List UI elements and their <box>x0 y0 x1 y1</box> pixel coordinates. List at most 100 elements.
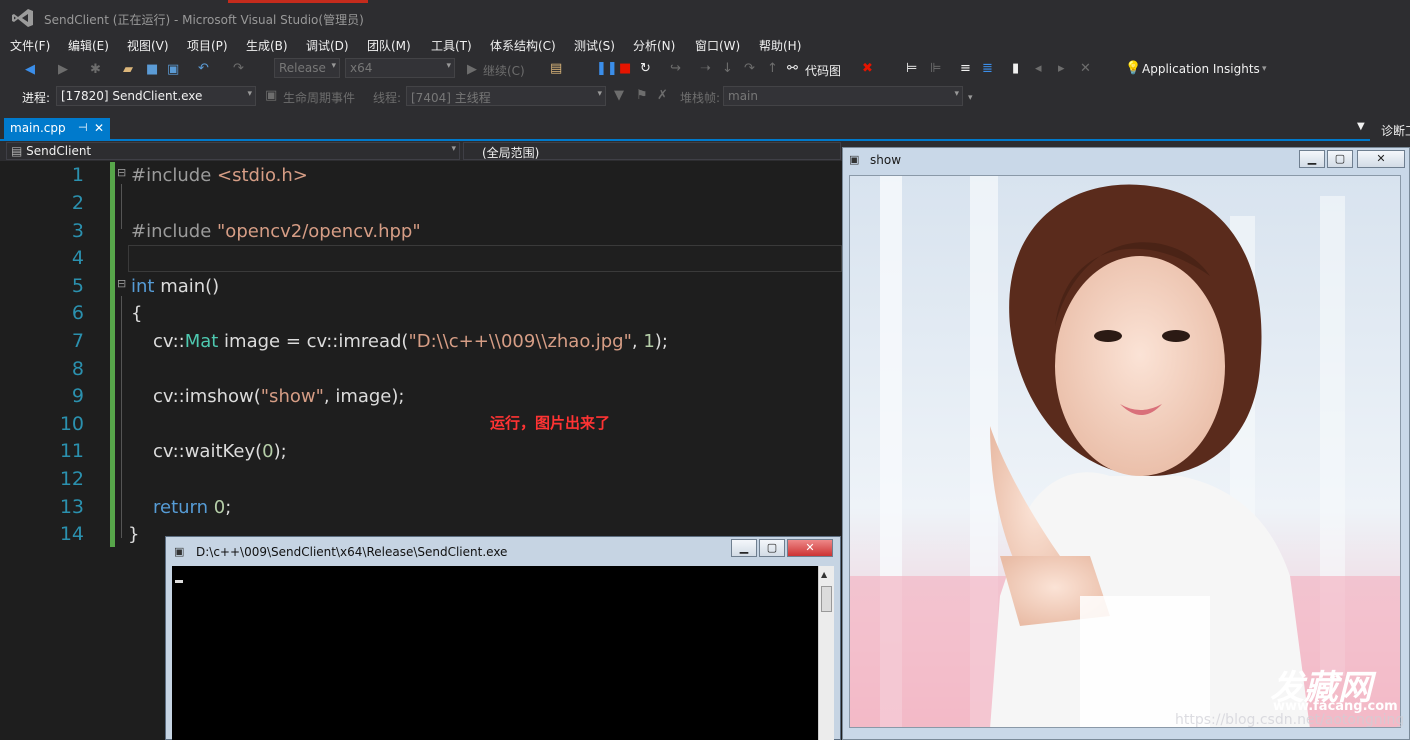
menu-test[interactable]: 测试(S) <box>574 37 615 54</box>
close-button[interactable]: ✕ <box>787 539 833 557</box>
app-insights-icon: 💡 <box>1125 61 1142 76</box>
thread-label: 线程: <box>373 91 402 105</box>
attach-process-icon[interactable]: ▤ <box>550 61 562 77</box>
platform-dropdown[interactable]: x64 ▾ <box>345 58 455 78</box>
navigate-forward-icon[interactable]: ▶ <box>58 62 68 78</box>
console-scrollbar[interactable]: ▲ <box>818 566 834 740</box>
navigation-bar: ▤ SendClient ▾ (全局范围) <box>0 141 841 161</box>
comment-icon[interactable]: ≡ <box>960 61 971 77</box>
step-into-icon[interactable]: ➝ <box>700 61 711 77</box>
show-window-title: show <box>870 153 902 167</box>
visual-studio-logo-icon <box>12 9 33 27</box>
code-map-button[interactable]: 代码图 <box>805 62 841 79</box>
portrait-photo <box>850 176 1400 727</box>
undo-icon[interactable]: ↶ <box>198 61 209 77</box>
console-cursor <box>175 580 183 583</box>
menu-edit[interactable]: 编辑(E) <box>68 37 109 54</box>
clear-bookmarks-icon[interactable]: ✕ <box>1080 61 1091 77</box>
lifecycle-events-button[interactable]: 生命周期事件 <box>283 89 355 106</box>
breakpoint-icon[interactable]: ✖ <box>862 61 873 77</box>
threads-icon[interactable]: ✗ <box>657 88 668 104</box>
scroll-thumb[interactable] <box>821 586 832 612</box>
pause-icon[interactable]: ❚❚ <box>596 61 618 77</box>
menu-team[interactable]: 团队(M) <box>367 37 411 54</box>
console-output[interactable] <box>172 566 818 740</box>
line-number: 10 <box>59 413 84 435</box>
console-app-icon: ▣ <box>174 545 185 558</box>
next-bookmark-icon[interactable]: ▸ <box>1058 61 1065 77</box>
collapse-icon[interactable]: ⊟ <box>117 277 126 290</box>
stack-frame-label: 堆栈帧: <box>680 91 721 105</box>
prev-bookmark-icon[interactable]: ◂ <box>1035 61 1042 77</box>
maximize-button[interactable]: ▢ <box>759 539 785 557</box>
chevron-down-icon: ▾ <box>597 89 602 99</box>
configuration-dropdown[interactable]: Release ▾ <box>274 58 340 78</box>
continue-button[interactable]: 继续(C) <box>483 62 525 79</box>
pin-icon[interactable]: ⊣ <box>78 121 88 134</box>
tab-label: main.cpp <box>10 121 66 135</box>
maximize-button[interactable]: ▢ <box>1327 150 1353 168</box>
line-number: 8 <box>71 358 84 380</box>
application-insights-button[interactable]: Application Insights <box>1142 62 1260 76</box>
debug-location-toolbar: 进程: [17820] SendClient.exe ▾ ▣ 生命周期事件 线程:… <box>0 85 1410 109</box>
menu-help[interactable]: 帮助(H) <box>759 37 801 54</box>
save-all-icon[interactable]: ▣ <box>167 62 179 78</box>
open-file-icon[interactable]: ▰ <box>123 62 133 78</box>
scope-dropdown[interactable]: (全局范围) <box>463 142 841 160</box>
diagnostics-tab-label[interactable]: 诊断工 <box>1381 122 1410 139</box>
line-number: 11 <box>59 440 84 462</box>
menu-project[interactable]: 项目(P) <box>187 37 228 54</box>
stop-icon[interactable]: ■ <box>619 61 631 77</box>
menu-tools[interactable]: 工具(T) <box>431 37 472 54</box>
filter-icon[interactable]: ▼ <box>614 88 624 104</box>
menu-view[interactable]: 视图(V) <box>127 37 169 54</box>
save-icon[interactable]: ■ <box>146 62 158 78</box>
menu-analyze[interactable]: 分析(N) <box>633 37 675 54</box>
line-number: 12 <box>59 468 84 490</box>
format-icon[interactable]: ⊨ <box>906 61 917 77</box>
chevron-down-icon: ▾ <box>331 61 336 71</box>
line-number: 1 <box>71 164 84 186</box>
menu-debug[interactable]: 调试(D) <box>306 37 349 54</box>
minimize-button[interactable]: ▁ <box>1299 150 1325 168</box>
flag-icon[interactable]: ⚑ <box>636 88 648 104</box>
uncomment-icon[interactable]: ≣ <box>982 61 993 77</box>
close-icon[interactable]: ✕ <box>94 121 104 135</box>
minimize-button[interactable]: ▁ <box>731 539 757 557</box>
displayed-photo <box>849 175 1401 728</box>
collapse-icon[interactable]: ⊟ <box>117 166 126 179</box>
change-tracking-bar <box>110 162 115 547</box>
stack-frame-dropdown[interactable]: main ▾ <box>723 86 963 106</box>
tab-main-cpp[interactable]: main.cpp ⊣ ✕ <box>4 118 110 140</box>
line-number: 3 <box>71 220 84 242</box>
new-project-icon[interactable]: ✱ <box>90 62 101 78</box>
tab-overflow-icon[interactable]: ▼ <box>1357 121 1365 132</box>
close-button[interactable]: ✕ <box>1357 150 1405 168</box>
bookmark-icon[interactable]: ▮ <box>1012 61 1019 77</box>
outline-icon[interactable]: ⊫ <box>930 61 941 77</box>
menu-build[interactable]: 生成(B) <box>246 37 288 54</box>
process-dropdown[interactable]: [17820] SendClient.exe ▾ <box>56 86 256 106</box>
process-label: 进程: <box>22 91 51 105</box>
show-next-statement-icon[interactable]: ↪ <box>670 61 681 77</box>
menu-file[interactable]: 文件(F) <box>10 37 50 54</box>
line-number: 9 <box>71 385 84 407</box>
thread-dropdown[interactable]: [7404] 主线程 ▾ <box>406 86 606 106</box>
redo-icon[interactable]: ↷ <box>233 61 244 77</box>
chevron-down-icon[interactable]: ▾ <box>968 90 973 106</box>
restart-icon[interactable]: ↻ <box>640 61 651 77</box>
line-number: 13 <box>59 496 84 518</box>
step-over2-icon[interactable]: ↷ <box>744 61 755 77</box>
navigate-back-icon[interactable]: ◀ <box>25 62 35 78</box>
chevron-down-icon[interactable]: ▾ <box>1262 61 1267 77</box>
menu-architecture[interactable]: 体系结构(C) <box>490 37 556 54</box>
project-dropdown[interactable]: ▤ SendClient ▾ <box>6 142 460 160</box>
code-line-11: cv::waitKey(0); <box>153 441 287 462</box>
code-map-icon[interactable]: ⚯ <box>787 61 798 77</box>
continue-icon[interactable]: ▶ <box>467 62 477 78</box>
menu-window[interactable]: 窗口(W) <box>695 37 740 54</box>
document-tab-strip <box>0 116 1410 140</box>
step-out-icon[interactable]: ↑ <box>767 61 778 77</box>
step-over-icon[interactable]: ↓ <box>722 61 733 77</box>
scroll-up-icon[interactable]: ▲ <box>821 570 827 579</box>
